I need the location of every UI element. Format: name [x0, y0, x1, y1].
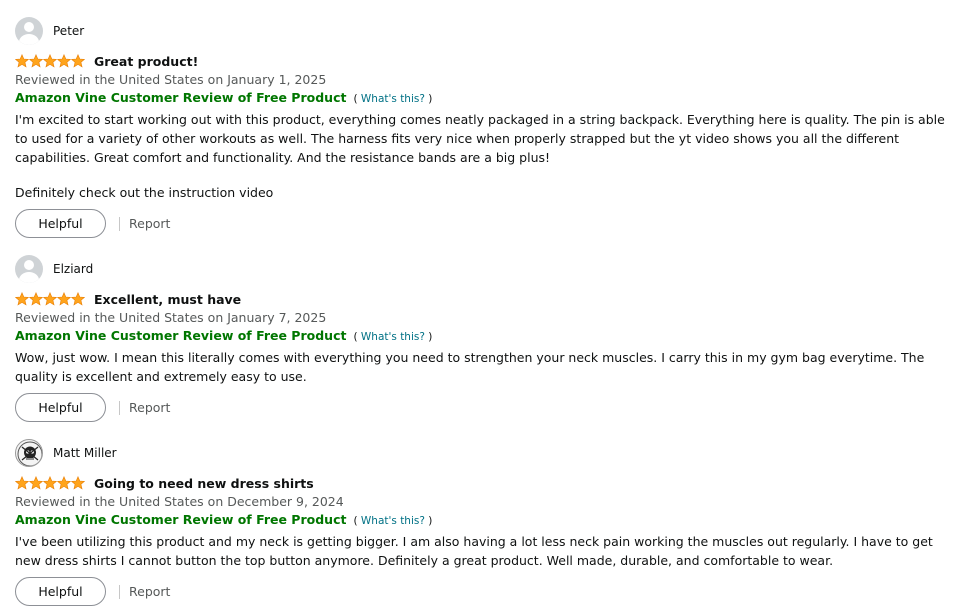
- vine-badge: Amazon Vine Customer Review of Free Prod…: [15, 327, 955, 346]
- reviewer-name[interactable]: Peter: [53, 24, 84, 38]
- paren-close: ): [428, 515, 433, 527]
- whats-this-link[interactable]: What's this?: [361, 515, 425, 527]
- reviewer-name[interactable]: Elziard: [53, 262, 93, 276]
- review-date: Reviewed in the United States on January…: [15, 310, 327, 325]
- star-icon: [43, 476, 57, 490]
- star-icon: [71, 54, 85, 68]
- paren-open: (: [353, 93, 358, 105]
- paren-open: (: [353, 331, 358, 343]
- star-icon: [43, 292, 57, 306]
- star-icon: [57, 54, 71, 68]
- reviewer-name[interactable]: Matt Miller: [53, 446, 117, 460]
- star-icon: [57, 292, 71, 306]
- star-rating[interactable]: [15, 476, 85, 490]
- vine-badge: Amazon Vine Customer Review of Free Prod…: [15, 511, 955, 530]
- helpful-button[interactable]: Helpful: [15, 209, 106, 238]
- helpful-button[interactable]: Helpful: [15, 393, 106, 422]
- review-card: Matt Miller Going to need new dress shir…: [15, 438, 955, 606]
- report-link[interactable]: Report: [129, 216, 170, 231]
- review-title[interactable]: Going to need new dress shirts: [94, 476, 314, 491]
- review-paragraph: Definitely check out the instruction vid…: [15, 185, 274, 200]
- review-title[interactable]: Great product!: [94, 54, 198, 69]
- star-icon: [15, 292, 29, 306]
- star-rating[interactable]: [15, 292, 85, 306]
- star-icon: [29, 476, 43, 490]
- default-avatar-icon: [15, 17, 43, 45]
- star-icon: [29, 54, 43, 68]
- review-body: Wow, just wow. I mean this literally com…: [15, 348, 955, 386]
- reviewer-profile[interactable]: Peter: [15, 16, 955, 46]
- star-icon: [29, 292, 43, 306]
- star-icon: [15, 54, 29, 68]
- review-body: I've been utilizing this product and my …: [15, 532, 955, 570]
- star-icon: [43, 54, 57, 68]
- skull-avatar-icon: [15, 439, 43, 467]
- review-paragraph: Wow, just wow. I mean this literally com…: [15, 350, 925, 384]
- vine-label: Amazon Vine Customer Review of Free Prod…: [15, 328, 347, 343]
- star-rating[interactable]: [15, 54, 85, 68]
- reviewer-profile[interactable]: Matt Miller: [15, 438, 955, 468]
- whats-this: ( What's this? ): [353, 331, 432, 343]
- divider: [119, 584, 120, 599]
- review-card: Peter Great product! Reviewed in the Uni…: [15, 16, 955, 238]
- whats-this-link[interactable]: What's this?: [361, 331, 425, 343]
- divider: [119, 216, 120, 231]
- star-icon: [15, 476, 29, 490]
- vine-badge: Amazon Vine Customer Review of Free Prod…: [15, 89, 955, 108]
- review-body: I'm excited to start working out with th…: [15, 110, 955, 202]
- review-date: Reviewed in the United States on Decembe…: [15, 494, 344, 509]
- report-link[interactable]: Report: [129, 584, 170, 599]
- paren-close: ): [428, 93, 433, 105]
- star-icon: [71, 292, 85, 306]
- vine-label: Amazon Vine Customer Review of Free Prod…: [15, 90, 347, 105]
- review-paragraph: I've been utilizing this product and my …: [15, 534, 933, 568]
- default-avatar-icon: [15, 255, 43, 283]
- paren-close: ): [428, 331, 433, 343]
- review-title[interactable]: Excellent, must have: [94, 292, 241, 307]
- review-card: Elziard Excellent, must have Reviewed in…: [15, 254, 955, 422]
- reviewer-profile[interactable]: Elziard: [15, 254, 955, 284]
- helpful-button[interactable]: Helpful: [15, 577, 106, 606]
- divider: [119, 400, 120, 415]
- review-date: Reviewed in the United States on January…: [15, 72, 327, 87]
- star-icon: [71, 476, 85, 490]
- report-link[interactable]: Report: [129, 400, 170, 415]
- whats-this: ( What's this? ): [353, 93, 432, 105]
- vine-label: Amazon Vine Customer Review of Free Prod…: [15, 512, 347, 527]
- review-paragraph: I'm excited to start working out with th…: [15, 112, 945, 165]
- paren-open: (: [353, 515, 358, 527]
- whats-this: ( What's this? ): [353, 515, 432, 527]
- star-icon: [57, 476, 71, 490]
- whats-this-link[interactable]: What's this?: [361, 93, 425, 105]
